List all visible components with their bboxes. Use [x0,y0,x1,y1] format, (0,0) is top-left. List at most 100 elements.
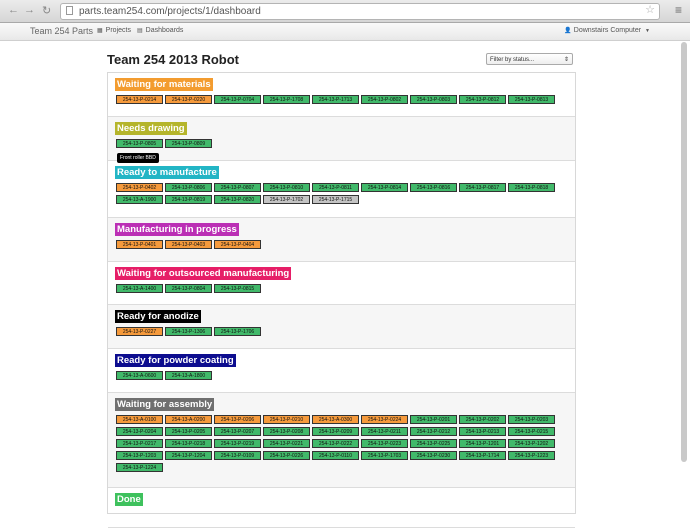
part-badge[interactable]: 254-13-P-0404 [214,240,261,249]
part-badge[interactable]: 254-13-P-0218 [165,439,212,448]
user-icon: 👤 [564,28,572,34]
part-badge[interactable]: 254-13-P-0820 [214,195,261,204]
part-badge[interactable]: 254-13-P-1204 [165,451,212,460]
part-badge[interactable]: 254-13-P-0110 [312,451,359,460]
part-badge[interactable]: 254-13-P-0202 [459,415,506,424]
part-badge[interactable]: 254-13-P-1706 [214,327,261,336]
part-badge[interactable]: 254-13-P-0819 [165,195,212,204]
part-badge[interactable]: 254-13-P-0805 [116,139,163,148]
part-badge[interactable]: 254-13-P-0212 [410,427,457,436]
brand-link[interactable]: Team 254 Parts [30,26,93,36]
part-badge[interactable]: 254-13-A-0100 [116,415,163,424]
nav-dashboards[interactable]: ▤ Dashboards [137,27,183,34]
forward-icon[interactable]: → [24,4,35,16]
part-badge[interactable]: 254-13-A-0200 [165,415,212,424]
reload-icon[interactable]: ↻ [42,4,51,17]
nav-dashboards-label: Dashboards [145,27,184,34]
status-filter-select[interactable]: Filter by status... ⇕ [486,53,573,65]
part-badge[interactable]: 254-13-P-0210 [263,415,310,424]
part-badge[interactable]: 254-13-P-0221 [263,439,310,448]
part-badge[interactable]: 254-13-P-0401 [116,240,163,249]
part-badge[interactable]: 254-13-P-0802 [361,95,408,104]
part-badge[interactable]: 254-13-P-0208 [263,427,310,436]
page-icon [66,6,73,15]
status-section: Ready for anodize 254-13-P-0227 254-13-P-1… [108,305,575,349]
browser-menu-icon[interactable]: ≡ [675,3,682,17]
part-badge[interactable]: 254-13-P-1202 [508,439,555,448]
part-badge[interactable]: 254-13-P-0206 [214,415,261,424]
part-badge[interactable]: 254-13-A-0300 [312,415,359,424]
grid-icon: ▦ [97,28,103,34]
status-label: Needs drawing [115,122,187,135]
part-badge[interactable]: 254-13-P-0227 [116,327,163,336]
part-badge[interactable]: 254-13-P-0220 [165,95,212,104]
part-badge[interactable]: 254-13-P-0809 [165,139,212,148]
part-badge[interactable]: 254-13-P-0817 [459,183,506,192]
part-badge[interactable]: 254-13-P-0215 [508,427,555,436]
part-badge[interactable]: 254-13-P-0704 [214,95,261,104]
part-badge[interactable]: 254-13-P-0815 [214,284,261,293]
address-bar[interactable]: parts.team254.com/projects/1/dashboard ☆ [60,3,660,20]
back-icon[interactable]: ← [8,4,19,16]
part-list: 254-13-P-0227 254-13-P-1306 254-13-P-1706 [116,327,571,336]
user-menu[interactable]: 👤 Downstairs Computer ▼ [564,27,650,34]
part-badge[interactable]: 254-13-P-0214 [116,95,163,104]
part-badge[interactable]: 254-13-P-1223 [508,451,555,460]
part-badge[interactable]: 254-13-P-0807 [214,183,261,192]
part-badge[interactable]: 254-13-P-0811 [312,183,359,192]
part-badge[interactable]: 254-13-P-0814 [361,183,408,192]
part-badge[interactable]: 254-13-A-1400 [116,284,163,293]
part-badge[interactable]: 254-13-P-0217 [116,439,163,448]
part-badge[interactable]: 254-13-P-0230 [410,451,457,460]
part-badge[interactable]: 254-13-P-0223 [361,439,408,448]
part-badge[interactable]: 254-13-P-1224 [116,463,163,472]
page-scrollbar[interactable] [681,42,688,492]
part-badge[interactable]: 254-13-P-0109 [214,451,261,460]
bookmark-star-icon[interactable]: ☆ [645,3,655,18]
part-badge[interactable]: 254-13-P-0201 [410,415,457,424]
part-badge[interactable]: 254-13-P-0209 [312,427,359,436]
part-badge[interactable]: 254-13-P-0806 [165,183,212,192]
part-badge[interactable]: 254-13-P-1714 [459,451,506,460]
status-section: Waiting for assembly 254-13-A-0100 254-13-… [108,393,575,488]
part-badge[interactable]: 254-13-A-0600 [116,371,163,380]
part-badge[interactable]: 254-13-P-0813 [508,95,555,104]
part-badge[interactable]: 254-13-P-0207 [214,427,261,436]
part-badge[interactable]: 254-13-P-0402 [116,183,163,192]
user-name: Downstairs Computer [573,27,642,34]
nav-projects[interactable]: ▦ Projects [97,27,131,34]
part-badge[interactable]: 254-13-P-1306 [165,327,212,336]
part-list: 254-13-P-0805 254-13-P-0809 [116,139,571,148]
part-badge[interactable]: 254-13-P-0219 [214,439,261,448]
part-badge[interactable]: 254-13-P-0225 [410,439,457,448]
part-badge[interactable]: 254-13-P-1702 [263,195,310,204]
part-badge[interactable]: 254-13-P-0818 [508,183,555,192]
part-badge[interactable]: 254-13-A-1800 [165,371,212,380]
part-badge[interactable]: 254-13-P-1708 [263,95,310,104]
part-badge[interactable]: 254-13-P-0204 [116,427,163,436]
part-badge[interactable]: 254-13-P-0812 [459,95,506,104]
part-badge[interactable]: 254-13-P-1713 [312,95,359,104]
part-badge[interactable]: 254-13-A-1900 [116,195,163,204]
part-badge[interactable]: 254-13-P-0211 [361,427,408,436]
status-label: Waiting for outsourced manufacturing [115,267,292,280]
part-badge[interactable]: 254-13-P-0203 [508,415,555,424]
part-badge[interactable]: 254-13-P-0803 [410,95,457,104]
part-badge[interactable]: 254-13-P-1201 [459,439,506,448]
part-badge[interactable]: 254-13-P-1203 [116,451,163,460]
list-icon: ▤ [137,28,143,34]
part-badge[interactable]: 254-13-P-0222 [312,439,359,448]
part-badge[interactable]: 254-13-P-0224 [361,415,408,424]
part-badge[interactable]: 254-13-P-1703 [361,451,408,460]
part-badge[interactable]: 254-13-P-0403 [165,240,212,249]
part-badge[interactable]: 254-13-P-0810 [263,183,310,192]
app-navbar: Team 254 Parts ▦ Projects ▤ Dashboards 👤 Do… [0,23,690,41]
scrollbar-thumb[interactable] [681,42,687,462]
part-badge[interactable]: 254-13-P-0226 [263,451,310,460]
part-badge[interactable]: 254-13-P-0816 [410,183,457,192]
part-list: 254-13-A-1400 254-13-P-0804 254-13-P-0815 [116,284,571,293]
part-badge[interactable]: 254-13-P-0804 [165,284,212,293]
part-badge[interactable]: 254-13-P-1715 [312,195,359,204]
part-badge[interactable]: 254-13-P-0205 [165,427,212,436]
part-badge[interactable]: 254-13-P-0213 [459,427,506,436]
